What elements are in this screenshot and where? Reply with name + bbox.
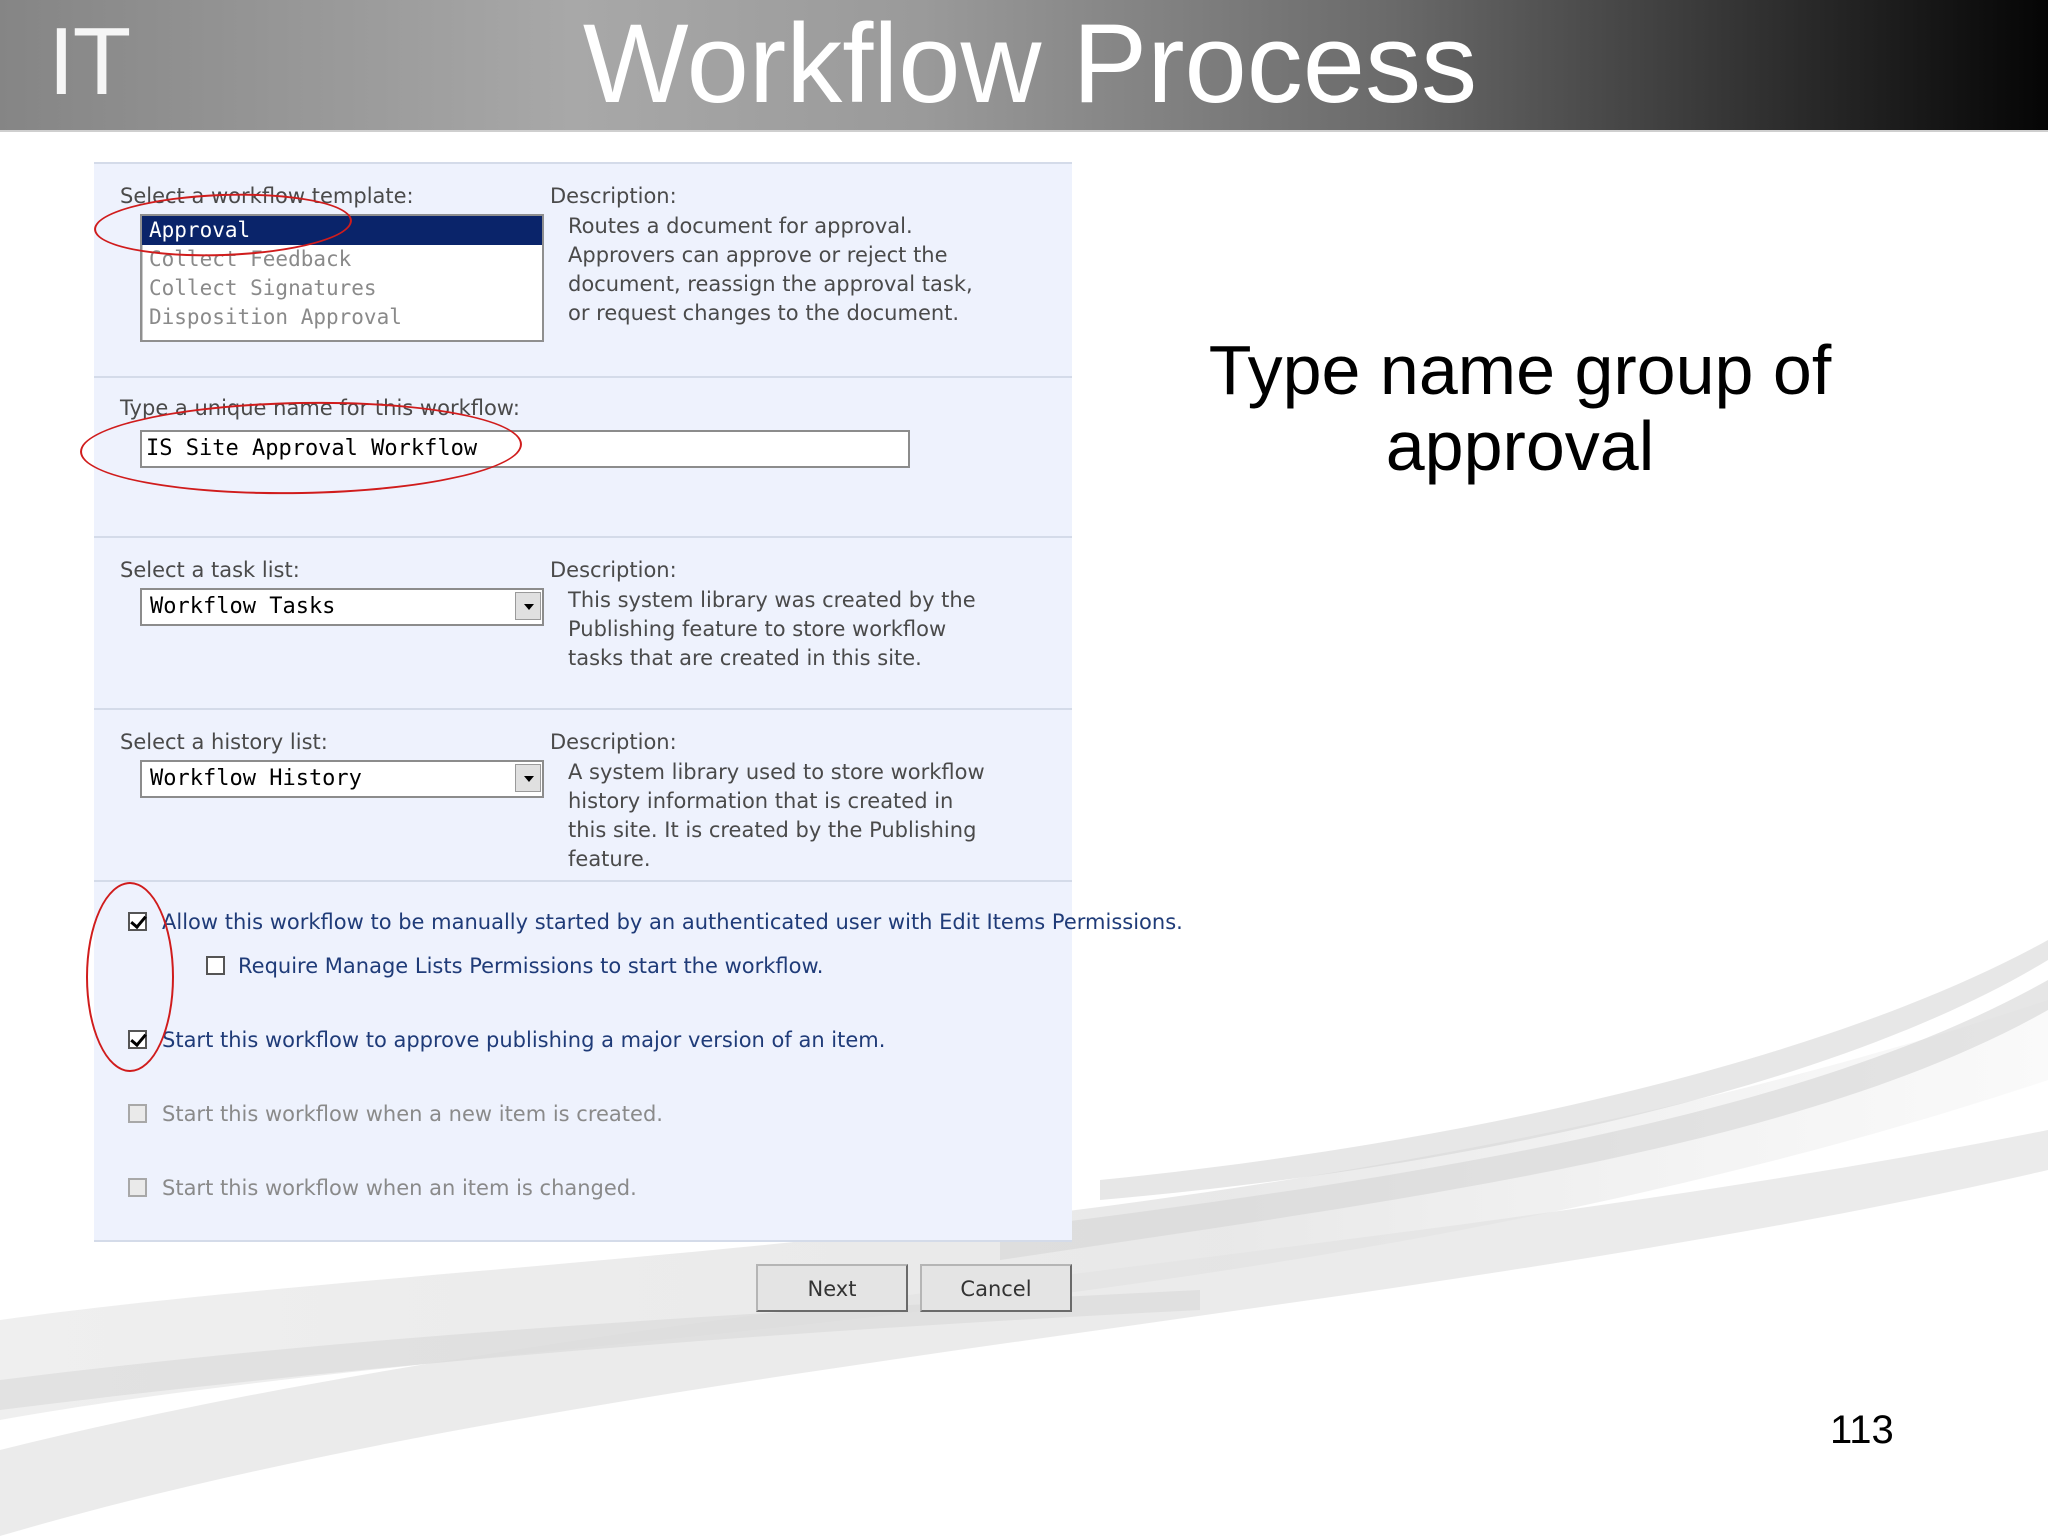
it-logo: IT (48, 8, 131, 115)
template-option-disposition-approval[interactable]: Disposition Approval (142, 303, 542, 332)
approve-major-version-label[interactable]: Start this workflow to approve publishin… (162, 1028, 885, 1052)
page-number: 113 (1830, 1408, 1894, 1452)
require-manage-label[interactable]: Require Manage Lists Permissions to star… (238, 954, 823, 978)
task-description: This system library was created by the P… (568, 588, 976, 670)
history-list-select[interactable]: Workflow History (140, 760, 544, 798)
task-list-value: Workflow Tasks (150, 594, 336, 619)
require-manage-checkbox[interactable] (206, 956, 225, 975)
history-description: A system library used to store workflow … (568, 760, 985, 871)
task-list-section: Select a task list: Workflow Tasks Descr… (94, 536, 1072, 710)
history-list-label: Select a history list: (120, 730, 328, 754)
slide-header: IT Workflow Process (0, 0, 2048, 132)
manual-start-label[interactable]: Allow this workflow to be manually start… (162, 910, 1183, 934)
on-create-checkbox (128, 1104, 147, 1123)
slide-title: Workflow Process (582, 1, 1478, 126)
task-list-label: Select a task list: (120, 558, 300, 582)
start-options-section: Allow this workflow to be manually start… (94, 880, 1183, 1242)
on-change-label: Start this workflow when an item is chan… (162, 1176, 637, 1200)
task-description-label: Description: (550, 558, 677, 582)
on-change-checkbox (128, 1178, 147, 1197)
highlight-circle-checkboxes (86, 882, 174, 1072)
instruction-note: Type name group of approval (1208, 331, 1832, 485)
next-button[interactable]: Next (756, 1264, 908, 1312)
template-option-collect-signatures[interactable]: Collect Signatures (142, 274, 542, 303)
workflow-form: Select a workflow template: Approval Col… (94, 162, 1183, 1312)
chevron-down-icon[interactable] (515, 764, 541, 792)
history-list-value: Workflow History (150, 766, 362, 791)
on-create-label: Start this workflow when a new item is c… (162, 1102, 663, 1126)
template-description: Routes a document for approval. Approver… (568, 214, 973, 325)
task-list-select[interactable]: Workflow Tasks (140, 588, 544, 626)
history-description-label: Description: (550, 730, 677, 754)
chevron-down-icon[interactable] (515, 592, 541, 620)
template-description-label: Description: (550, 184, 677, 208)
history-list-section: Select a history list: Workflow History … (94, 708, 1072, 882)
cancel-button[interactable]: Cancel (920, 1264, 1072, 1312)
